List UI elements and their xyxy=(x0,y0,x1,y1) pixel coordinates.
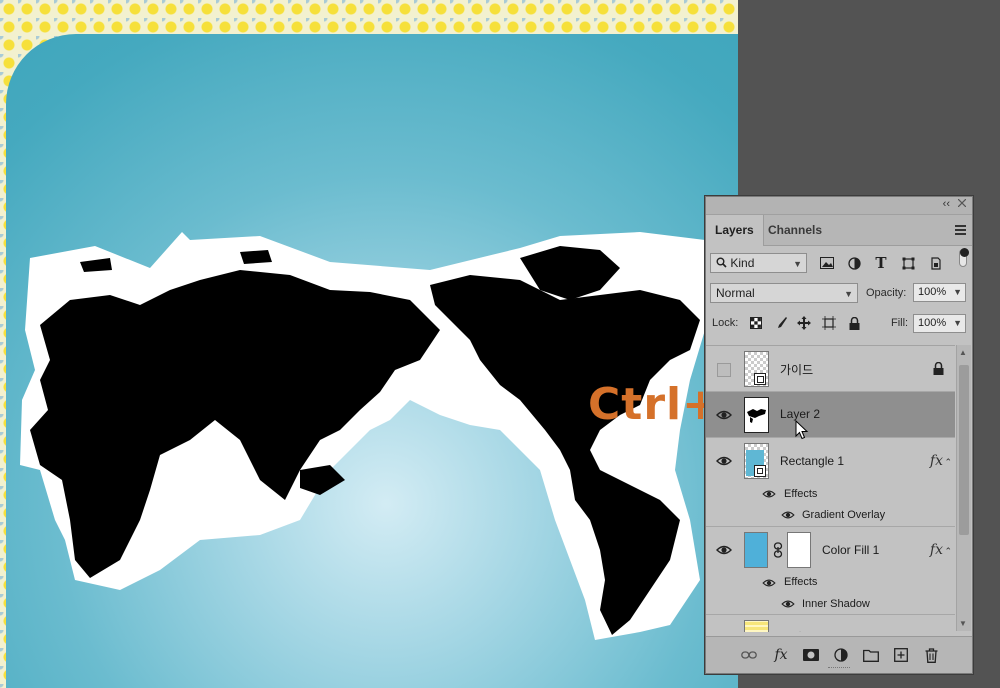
layer-row-guide[interactable]: 가이드 xyxy=(706,346,955,392)
lock-label: Lock: xyxy=(712,317,739,329)
chevron-down-icon: ▼ xyxy=(953,287,962,297)
effect-item[interactable]: Gradient Overlay xyxy=(802,509,885,521)
opacity-label: Opacity: xyxy=(866,287,907,299)
add-layer-style-icon[interactable]: fx xyxy=(772,646,790,664)
lock-fill-row: Lock: Fill: 100% ▼ xyxy=(706,309,972,339)
adjustment-layer-filter-icon[interactable] xyxy=(845,254,863,272)
layer-list-scrollbar[interactable]: ▲ ▼ xyxy=(956,345,971,631)
smart-object-badge-icon xyxy=(754,373,766,385)
opacity-value: 100% xyxy=(918,286,947,298)
pixel-layer-filter-icon[interactable] xyxy=(818,254,836,272)
scroll-up-icon[interactable]: ▲ xyxy=(959,348,967,357)
tab-channels[interactable]: Channels xyxy=(759,215,831,245)
blend-mode-value: Normal xyxy=(716,286,755,300)
shape-layer-badge-icon xyxy=(754,465,766,477)
lock-artboard-icon[interactable] xyxy=(821,315,837,331)
layer-thumbnail xyxy=(744,620,769,632)
filter-kind-dropdown[interactable]: Kind ▼ xyxy=(710,253,807,273)
layer-row-pattern[interactable]: 패턴 xyxy=(706,615,955,632)
eye-icon[interactable] xyxy=(781,510,795,520)
document-canvas[interactable]: Ctrl+ xyxy=(0,0,738,688)
shape-layer-filter-icon[interactable] xyxy=(899,254,917,272)
visibility-toggle-off[interactable] xyxy=(717,363,731,377)
filter-kind-label: Kind xyxy=(730,256,755,270)
link-layers-icon[interactable] xyxy=(740,646,758,664)
layers-bottom-toolbar: fx xyxy=(706,636,972,673)
panel-title-bar[interactable]: ‹‹ xyxy=(706,197,972,215)
scrollbar-thumb[interactable] xyxy=(959,365,969,535)
search-icon xyxy=(716,257,727,268)
panel-menu-icon[interactable] xyxy=(955,225,966,237)
panel-resize-grip[interactable] xyxy=(828,667,850,671)
layer-name[interactable]: Rectangle 1 xyxy=(780,454,844,468)
blend-opacity-row: Normal ▼ Opacity: 100% ▼ xyxy=(706,278,972,309)
layer-thumbnail xyxy=(744,351,769,387)
chevron-down-icon: ▼ xyxy=(953,318,962,328)
layer-thumbnail xyxy=(744,397,769,433)
opacity-input[interactable]: 100% ▼ xyxy=(913,283,966,302)
collapse-panel-icon[interactable]: ‹‹ xyxy=(943,198,950,210)
mouse-cursor-icon xyxy=(795,420,809,440)
blend-mode-dropdown[interactable]: Normal ▼ xyxy=(710,283,858,303)
eye-icon[interactable] xyxy=(716,409,732,421)
fill-value: 100% xyxy=(918,317,947,329)
world-map-image xyxy=(20,232,705,640)
layer-effects-fx-icon[interactable]: fx xyxy=(930,453,943,469)
tab-layers[interactable]: Layers xyxy=(706,215,764,246)
layer-list[interactable]: 가이드 Layer 2 Rectangle 1 fx ⌃ Effects Gra… xyxy=(706,345,955,632)
color-fill-swatch[interactable] xyxy=(744,532,768,568)
lock-transparent-pixels-icon[interactable] xyxy=(748,315,764,331)
shortcut-overlay-text: Ctrl+ xyxy=(588,379,720,430)
layer-row-rectangle-1[interactable]: Rectangle 1 fx ⌃ Effects Gradient Overla… xyxy=(706,438,955,527)
eye-icon[interactable] xyxy=(762,489,776,499)
add-layer-mask-icon[interactable] xyxy=(802,646,820,664)
eye-icon[interactable] xyxy=(781,599,795,609)
scroll-down-icon[interactable]: ▼ xyxy=(959,619,967,628)
smart-object-filter-icon[interactable] xyxy=(926,254,944,272)
lock-image-pixels-icon[interactable] xyxy=(773,315,789,331)
type-layer-filter-icon[interactable]: T xyxy=(872,254,890,272)
eye-icon[interactable] xyxy=(716,544,732,556)
layer-locked-icon xyxy=(933,362,944,375)
fill-input[interactable]: 100% ▼ xyxy=(913,314,966,333)
lock-position-icon[interactable] xyxy=(796,315,812,331)
layer-name[interactable]: Layer 2 xyxy=(780,407,820,421)
new-layer-icon[interactable] xyxy=(892,646,910,664)
layers-panel[interactable]: ‹‹ Layers Channels Kind ▼ T Normal ▼ Opa… xyxy=(705,196,973,674)
layer-effects-fx-icon[interactable]: fx xyxy=(930,542,943,558)
eye-icon[interactable] xyxy=(762,578,776,588)
chevron-up-icon[interactable]: ⌃ xyxy=(944,457,952,468)
effects-label[interactable]: Effects xyxy=(784,576,817,588)
fill-label: Fill: xyxy=(891,317,909,329)
eye-icon[interactable] xyxy=(716,455,732,467)
layer-row-layer-2[interactable]: Layer 2 xyxy=(706,392,955,440)
filter-row: Kind ▼ T xyxy=(706,246,972,278)
link-chain-icon[interactable] xyxy=(773,542,783,558)
filter-toggle-switch[interactable] xyxy=(959,248,969,267)
chevron-down-icon: ▼ xyxy=(844,289,853,299)
chevron-down-icon: ▼ xyxy=(793,259,802,269)
chevron-up-icon[interactable]: ⌃ xyxy=(944,546,952,557)
layer-thumbnail xyxy=(744,443,769,479)
layer-row-color-fill-1[interactable]: Color Fill 1 fx ⌃ Effects Inner Shadow xyxy=(706,527,955,615)
trash-delete-icon[interactable] xyxy=(922,646,940,664)
layer-name[interactable]: 가이드 xyxy=(780,361,813,378)
effects-label[interactable]: Effects xyxy=(784,488,817,500)
panel-tabs: Layers Channels xyxy=(706,215,972,246)
effect-item[interactable]: Inner Shadow xyxy=(802,598,870,610)
new-group-folder-icon[interactable] xyxy=(862,646,880,664)
layer-name[interactable]: 패턴 xyxy=(780,629,802,632)
layer-mask-thumbnail[interactable] xyxy=(787,532,811,568)
layer-name[interactable]: Color Fill 1 xyxy=(822,543,879,557)
lock-all-icon[interactable] xyxy=(846,315,862,331)
new-adjustment-layer-icon[interactable] xyxy=(832,646,850,664)
close-panel-icon[interactable] xyxy=(958,199,966,207)
